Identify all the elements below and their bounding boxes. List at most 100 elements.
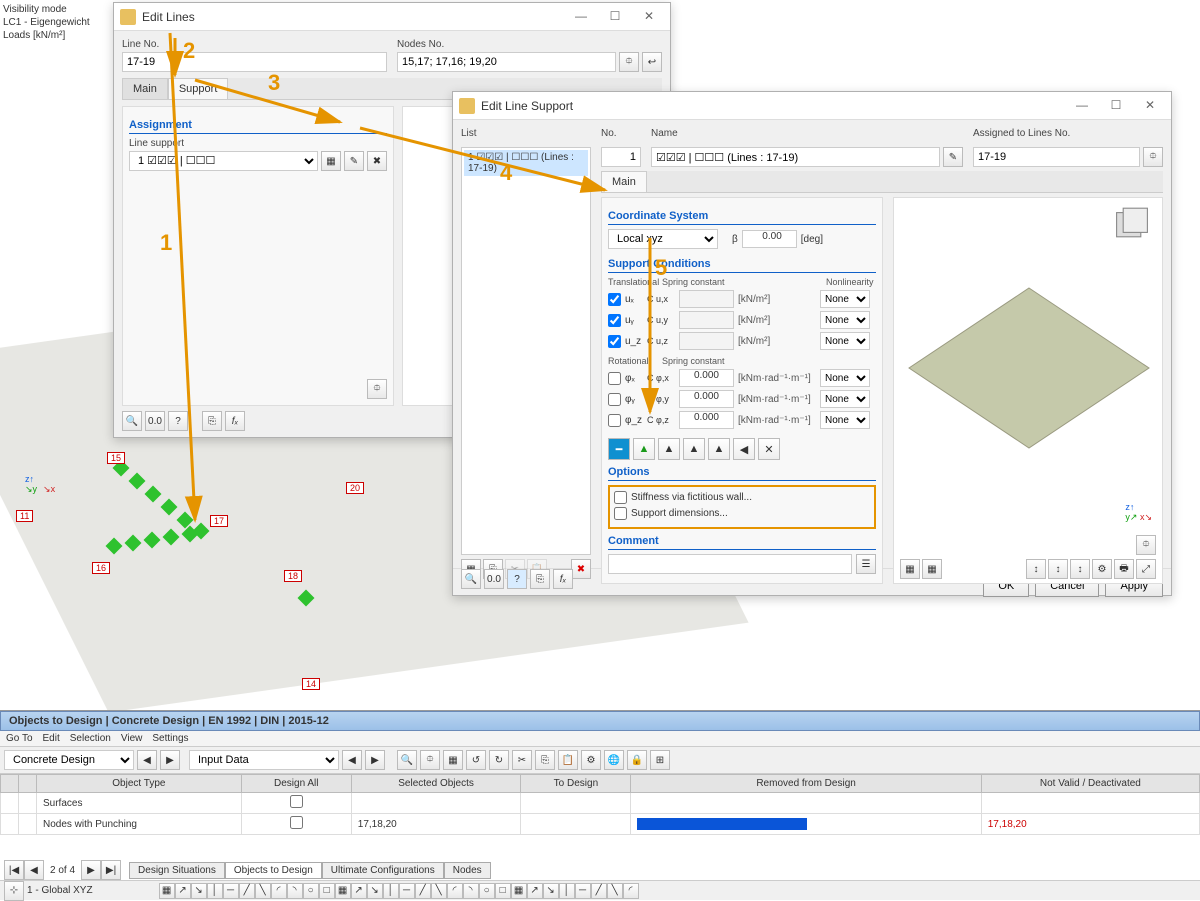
status-tool[interactable]: ↘ — [543, 883, 559, 899]
tab-main[interactable]: Main — [601, 171, 647, 192]
grid-tab[interactable]: Design Situations — [129, 862, 225, 879]
units-icon[interactable]: 0.0 — [484, 569, 504, 589]
maximize-button[interactable]: ☐ — [600, 7, 630, 27]
undo-icon[interactable]: ↩ — [642, 52, 662, 72]
status-tool[interactable]: ◜ — [623, 883, 639, 899]
status-tool[interactable]: ╱ — [591, 883, 607, 899]
status-tool[interactable]: ╲ — [255, 883, 271, 899]
opt-support-dimensions[interactable] — [614, 507, 627, 520]
status-tool[interactable]: ╲ — [607, 883, 623, 899]
nonlinearity-select[interactable]: None — [820, 290, 870, 308]
opt-fictitious-wall[interactable] — [614, 491, 627, 504]
tool-2[interactable]: ⯐ — [420, 750, 440, 770]
status-tool[interactable]: ↗ — [527, 883, 543, 899]
nonlinearity-select[interactable]: None — [820, 311, 870, 329]
nonlinearity-select[interactable]: None — [820, 411, 870, 429]
view-btn-4[interactable]: ↕ — [1048, 559, 1068, 579]
delete-icon[interactable]: ✖ — [367, 151, 387, 171]
status-tool[interactable]: ↘ — [367, 883, 383, 899]
table-row[interactable]: Surfaces — [1, 793, 1200, 814]
view-btn-6[interactable]: ⚙ — [1092, 559, 1112, 579]
maximize-button[interactable]: ☐ — [1101, 96, 1131, 116]
formula-icon[interactable]: fₓ — [225, 411, 245, 431]
nav-prev-icon[interactable]: ◀ — [137, 750, 157, 770]
tool-7[interactable]: ⎘ — [535, 750, 555, 770]
nav-prev2-icon[interactable]: ◀ — [342, 750, 362, 770]
status-tool[interactable]: │ — [559, 883, 575, 899]
name-input[interactable] — [651, 147, 940, 167]
preset-3[interactable]: ▲ — [658, 438, 680, 460]
status-tool[interactable]: ─ — [575, 883, 591, 899]
close-button[interactable]: ✕ — [1135, 96, 1165, 116]
close-button[interactable]: ✕ — [634, 7, 664, 27]
edit-icon[interactable]: ✎ — [344, 151, 364, 171]
preset-5[interactable]: ▲ — [708, 438, 730, 460]
status-tool[interactable]: □ — [319, 883, 335, 899]
preset-6[interactable]: ◀ — [733, 438, 755, 460]
preset-4[interactable]: ▲ — [683, 438, 705, 460]
spring-input[interactable]: 0.000 — [679, 390, 734, 408]
nav-first[interactable]: |◀ — [4, 860, 24, 880]
table-row[interactable]: Nodes with Punching17,18,2017,18,20 — [1, 814, 1200, 835]
list-item[interactable]: 1 ☑☑☑ | ☐☐☐ (Lines : 17-19) — [464, 150, 588, 176]
menu-view[interactable]: View — [121, 733, 143, 744]
comment-input[interactable] — [608, 554, 852, 574]
tool-3[interactable]: ▦ — [443, 750, 463, 770]
status-tool[interactable]: ◜ — [447, 883, 463, 899]
dof-check[interactable] — [608, 335, 621, 348]
status-tool[interactable]: ▦ — [335, 883, 351, 899]
pick-lines-icon[interactable]: ⯐ — [367, 379, 387, 399]
view-cube[interactable] — [1110, 206, 1154, 250]
script-icon[interactable]: ⎘ — [530, 569, 550, 589]
status-tool[interactable]: ─ — [399, 883, 415, 899]
status-tool[interactable]: │ — [383, 883, 399, 899]
tool-9[interactable]: ⚙ — [581, 750, 601, 770]
view-btn-1[interactable]: ▦ — [900, 559, 920, 579]
nonlinearity-select[interactable]: None — [820, 390, 870, 408]
status-tool[interactable]: │ — [207, 883, 223, 899]
design-grid[interactable]: Object TypeDesign AllSelected ObjectsTo … — [0, 774, 1200, 835]
view-btn-7[interactable]: 🖶 — [1114, 559, 1134, 579]
status-tool[interactable]: ╲ — [431, 883, 447, 899]
status-tool[interactable]: ▦ — [511, 883, 527, 899]
dof-check[interactable] — [608, 314, 621, 327]
units-icon[interactable]: 0.0 — [145, 411, 165, 431]
script-icon[interactable]: ⎘ — [202, 411, 222, 431]
status-tool[interactable]: ○ — [479, 883, 495, 899]
menu-selection[interactable]: Selection — [70, 733, 111, 744]
tool-1[interactable]: 🔍 — [397, 750, 417, 770]
grid-tab[interactable]: Objects to Design — [225, 862, 322, 879]
status-tool[interactable]: ─ — [223, 883, 239, 899]
beta-input[interactable]: 0.00 — [742, 230, 797, 248]
pick-icon[interactable]: ⯐ — [619, 52, 639, 72]
dof-check[interactable] — [608, 393, 621, 406]
status-tool[interactable]: ↗ — [175, 883, 191, 899]
status-tool[interactable]: ↗ — [351, 883, 367, 899]
status-tool[interactable]: ↘ — [191, 883, 207, 899]
tool-5[interactable]: ↻ — [489, 750, 509, 770]
coord-sys-icon[interactable]: ⊹ — [4, 881, 24, 901]
grid-tab[interactable]: Ultimate Configurations — [322, 862, 444, 879]
view-btn-8[interactable]: ⤢ — [1136, 559, 1156, 579]
tool-6[interactable]: ✂ — [512, 750, 532, 770]
formula-icon[interactable]: fₓ — [553, 569, 573, 589]
preset-free[interactable]: ✕ — [758, 438, 780, 460]
preset-fixed[interactable]: ━ — [608, 438, 630, 460]
view-btn-5[interactable]: ↕ — [1070, 559, 1090, 579]
delete-icon[interactable]: ✖ — [571, 559, 591, 579]
spring-input[interactable]: 0.000 — [679, 411, 734, 429]
status-tool[interactable]: ▦ — [159, 883, 175, 899]
line-no-input[interactable] — [122, 52, 387, 72]
design-type-select[interactable]: Concrete Design — [4, 750, 134, 770]
comment-pick-icon[interactable]: ☰ — [856, 554, 876, 574]
minimize-button[interactable]: — — [1067, 96, 1097, 116]
tab-main[interactable]: Main — [122, 78, 168, 99]
tool-11[interactable]: 🔒 — [627, 750, 647, 770]
menu-edit[interactable]: Edit — [43, 733, 60, 744]
status-tool[interactable]: ◝ — [287, 883, 303, 899]
line-support-select[interactable]: 1 ☑☑☑ | ☐☐☐ — [129, 151, 318, 171]
help-icon[interactable]: ? — [168, 411, 188, 431]
nodes-no-input[interactable] — [397, 52, 616, 72]
view-btn-3[interactable]: ↕ — [1026, 559, 1046, 579]
nav-next-icon[interactable]: ▶ — [160, 750, 180, 770]
